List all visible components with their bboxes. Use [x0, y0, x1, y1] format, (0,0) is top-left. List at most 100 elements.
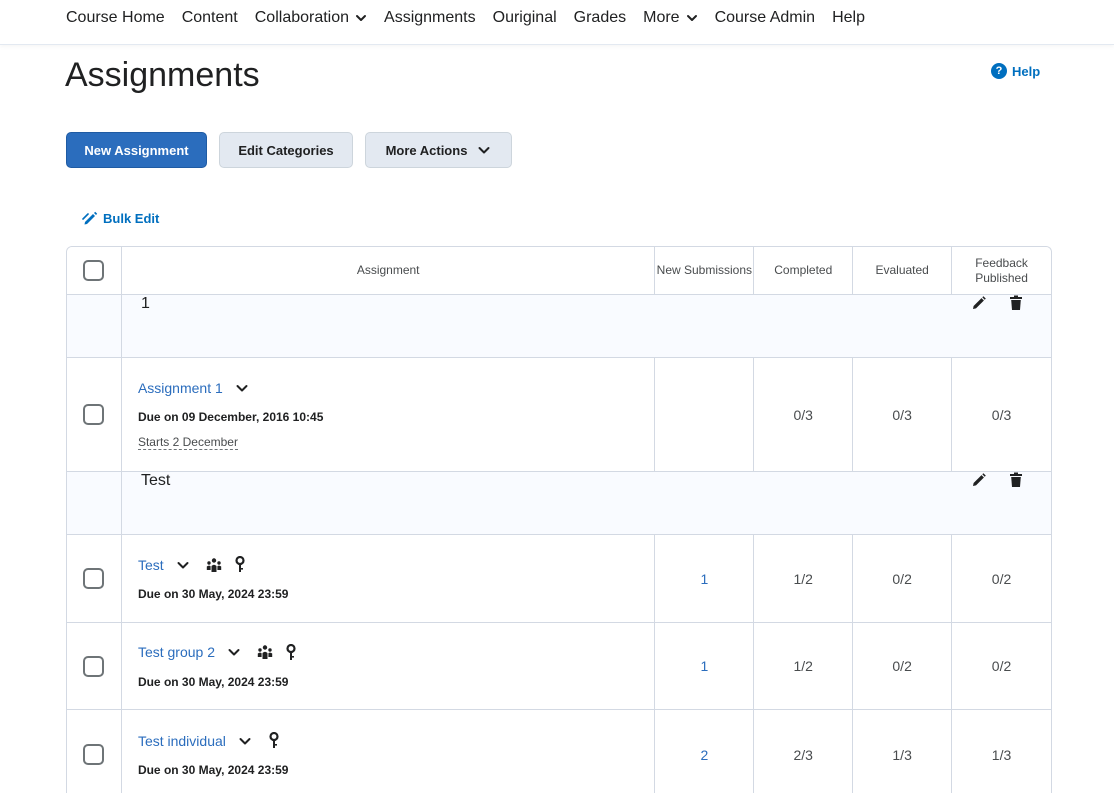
nav-item-label: More: [643, 9, 680, 26]
completed-cell: 2/3: [754, 710, 854, 793]
row-checkbox[interactable]: [83, 568, 105, 589]
completed-cell: 1/2: [754, 535, 854, 622]
header-evaluated: Evaluated: [853, 247, 953, 294]
nav-item-course-admin[interactable]: Course Admin: [715, 9, 816, 27]
nav-item-collaboration[interactable]: Collaboration: [255, 9, 367, 27]
chevron-down-icon: [686, 15, 697, 21]
new-submissions-link[interactable]: 2: [700, 747, 708, 763]
trash-icon[interactable]: [1009, 472, 1023, 488]
row-checkbox[interactable]: [83, 744, 105, 765]
assignment-title-line: Test individual: [138, 732, 280, 749]
row-checkbox[interactable]: [83, 404, 105, 425]
header-completed: Completed: [754, 247, 854, 294]
trash-icon[interactable]: [1009, 295, 1023, 311]
edit-categories-label: Edit Categories: [238, 142, 334, 158]
new-submissions-link[interactable]: 1: [700, 571, 708, 587]
feedback-published-cell: 0/2: [991, 570, 1012, 587]
row-select-cell: [67, 623, 122, 709]
category-label: Test: [141, 472, 171, 489]
nav-item-help[interactable]: Help: [832, 9, 865, 27]
row-select-cell: [67, 710, 122, 793]
nav-item-label: Collaboration: [254, 9, 350, 26]
evaluated-cell: 1/3: [853, 710, 953, 793]
assignment-link[interactable]: Test group 2: [138, 644, 215, 660]
chevron-down-icon[interactable]: [235, 381, 249, 395]
help-circle-icon: ?: [991, 63, 1007, 79]
nav-list: Course Home Content Collaboration Assign…: [66, 9, 882, 27]
course-navbar: Course Home Content Collaboration Assign…: [0, 0, 1114, 45]
bulk-edit-label: Bulk Edit: [103, 211, 160, 226]
header-assignment[interactable]: Assignment: [122, 247, 656, 294]
nav-item-label: Content: [181, 9, 238, 26]
nav-item-course-home[interactable]: Course Home: [66, 9, 165, 27]
chevron-down-icon[interactable]: [227, 645, 241, 659]
completed-cell: 1/2: [754, 623, 854, 709]
evaluated-cell: 0/2: [853, 535, 953, 622]
header-feedback-published: Feedback Published: [975, 255, 1028, 285]
assignment-title-line: Test group 2: [138, 643, 297, 661]
help-link-label: Help: [1012, 63, 1041, 79]
pencil-icon[interactable]: [971, 472, 987, 488]
nav-item-ouriginal[interactable]: Ouriginal: [493, 9, 557, 27]
nav-item-label: Course Admin: [714, 9, 816, 26]
help-link[interactable]: ? Help: [991, 63, 1040, 79]
assignment-cell: Test group 2 Due on 30 May, 2024 23:59: [122, 623, 656, 709]
table-header-row: Assignment New Submissions Completed Eva…: [67, 247, 1051, 295]
start-date[interactable]: Starts 2 December: [137, 435, 238, 450]
edit-categories-button[interactable]: Edit Categories: [219, 132, 353, 168]
new-submissions-cell: [655, 358, 755, 471]
category-label: 1: [141, 295, 150, 312]
assignment-cell: Test Due on 30 May, 2024 23:59: [122, 535, 656, 622]
new-submissions-cell: 1: [655, 535, 755, 622]
header-new-submissions: New Submissions: [655, 247, 755, 294]
feedback-published-cell: 0/2: [991, 658, 1012, 674]
more-actions-label: More Actions: [385, 142, 468, 158]
category-spacer: [67, 472, 122, 535]
pencil-icon[interactable]: [971, 295, 987, 311]
new-submissions-cell: 1: [655, 623, 755, 709]
category-spacer: [67, 295, 122, 358]
chevron-down-icon[interactable]: [176, 558, 190, 572]
assignment-cell: Test individual Due on 30 May, 2024 23:5…: [122, 710, 656, 793]
select-all-checkbox[interactable]: [83, 260, 105, 281]
feedback-published-cell: 0/3: [991, 406, 1012, 423]
row-select-cell: [67, 358, 122, 471]
more-actions-button[interactable]: More Actions: [365, 132, 512, 168]
due-date: Due on 30 May, 2024 23:59: [137, 763, 289, 777]
page-title: Assignments: [65, 56, 260, 94]
assignment-cell: Assignment 1 Due on 09 December, 2016 10…: [122, 358, 656, 471]
nav-item-content[interactable]: Content: [182, 9, 238, 27]
due-date: Due on 30 May, 2024 23:59: [137, 587, 289, 601]
evaluated-cell: 0/2: [853, 623, 953, 709]
key-icon: [234, 556, 246, 573]
header-select-cell: [67, 247, 122, 294]
assignment-link[interactable]: Assignment 1: [138, 380, 223, 396]
nav-item-label: Help: [832, 9, 865, 26]
chevron-down-icon: [478, 147, 490, 154]
nav-item-more[interactable]: More: [643, 9, 697, 27]
nav-item-grades[interactable]: Grades: [574, 9, 626, 27]
group-icon: [257, 644, 273, 660]
new-assignment-button[interactable]: New Assignment: [66, 132, 207, 168]
category-actions: [949, 472, 1023, 488]
category-row: Test: [67, 472, 1051, 535]
assignment-title-line: Assignment 1: [138, 380, 249, 396]
assignment-link[interactable]: Test individual: [138, 733, 226, 749]
assignments-table: Assignment New Submissions Completed Eva…: [66, 246, 1052, 793]
chevron-down-icon: [356, 15, 367, 21]
new-submissions-link[interactable]: 1: [700, 658, 708, 674]
new-assignment-label: New Assignment: [84, 142, 189, 158]
row-select-cell: [67, 535, 122, 622]
bulk-edit-link[interactable]: Bulk Edit: [82, 210, 159, 227]
nav-item-assignments[interactable]: Assignments: [384, 9, 476, 27]
category-row: 1: [67, 295, 1051, 358]
key-icon: [268, 732, 280, 749]
new-submissions-cell: 2: [655, 710, 755, 793]
nav-item-label: Ouriginal: [492, 9, 557, 26]
group-icon: [206, 557, 222, 573]
table-row: Test individual Due on 30 May, 2024 23:5…: [67, 710, 1051, 793]
assignment-link[interactable]: Test: [138, 557, 164, 573]
chevron-down-icon[interactable]: [238, 734, 252, 748]
category-actions: [949, 295, 1023, 311]
row-checkbox[interactable]: [83, 655, 105, 677]
